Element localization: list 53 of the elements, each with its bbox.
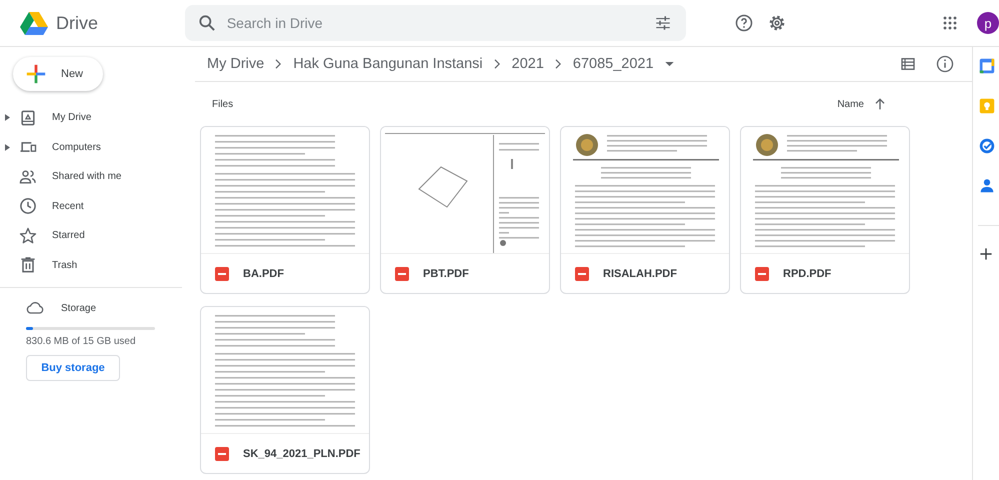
file-card[interactable]: BA.PDF <box>200 126 370 294</box>
pdf-file-icon <box>575 266 589 280</box>
tasks-icon[interactable] <box>978 137 996 155</box>
filter-icon[interactable] <box>654 14 672 32</box>
app-name: Drive <box>56 12 98 34</box>
drive-logo-icon <box>20 11 48 35</box>
plus-icon <box>25 63 47 85</box>
storage-usage: 830.6 MB of 15 GB used <box>26 336 137 347</box>
settings-icon[interactable] <box>767 13 787 33</box>
pdf-file-icon <box>395 266 409 280</box>
file-name: RISALAH.PDF <box>603 268 677 280</box>
sidebar-item[interactable]: My Drive <box>52 112 92 124</box>
person-icon[interactable] <box>978 177 996 195</box>
list-view-icon[interactable] <box>899 55 917 73</box>
breadcrumb-item[interactable]: 67085_2021 <box>572 56 654 72</box>
file-card[interactable]: SK_94_2021_PLN.PDF <box>200 306 370 474</box>
buy-storage-button[interactable]: Buy storage <box>26 355 120 381</box>
expand-arrow-icon[interactable] <box>5 144 10 151</box>
pdf-file-icon <box>215 266 229 280</box>
breadcrumb-item[interactable]: Hak Guna Bangunan Instansi <box>293 56 483 72</box>
star-icon <box>18 226 38 246</box>
sort-button[interactable]: Name <box>837 98 864 110</box>
file-name: PBT.PDF <box>423 268 469 280</box>
file-name: BA.PDF <box>243 268 284 280</box>
file-card[interactable]: RPD.PDF <box>740 126 910 294</box>
add-icon[interactable] <box>978 246 994 262</box>
help-icon[interactable] <box>734 13 754 33</box>
pdf-file-icon <box>215 446 229 460</box>
expand-arrow-icon[interactable] <box>5 114 10 122</box>
file-card[interactable]: RISALAH.PDF <box>560 126 730 294</box>
file-name: RPD.PDF <box>783 268 832 280</box>
chevron-right-icon <box>494 59 501 69</box>
calendar-icon[interactable] <box>978 57 996 75</box>
dropdown-icon[interactable] <box>664 62 674 66</box>
search-field[interactable]: Search in Drive <box>184 5 686 41</box>
file-card[interactable]: PBT.PDF <box>380 126 550 294</box>
info-icon[interactable] <box>935 54 955 74</box>
storage-link[interactable]: Storage <box>61 302 96 314</box>
new-button[interactable]: New <box>13 57 103 91</box>
sidebar-item[interactable]: Recent <box>52 200 84 212</box>
sidebar-item[interactable]: Trash <box>52 260 78 271</box>
file-name: SK_94_2021_PLN.PDF <box>243 448 360 460</box>
chevron-right-icon <box>554 59 562 69</box>
sidebar-item[interactable]: Starred <box>52 230 85 242</box>
sidebar-item[interactable]: Computers <box>52 142 101 153</box>
breadcrumb-item[interactable]: My Drive <box>207 56 264 72</box>
breadcrumb-item[interactable]: 2021 <box>512 56 544 72</box>
pdf-file-icon <box>755 266 769 280</box>
chevron-right-icon <box>275 59 282 69</box>
sidebar-item[interactable]: Shared with me <box>52 171 122 182</box>
account-avatar[interactable]: p <box>977 12 999 34</box>
clock-icon <box>18 196 38 216</box>
section-heading: Files <box>212 98 234 110</box>
